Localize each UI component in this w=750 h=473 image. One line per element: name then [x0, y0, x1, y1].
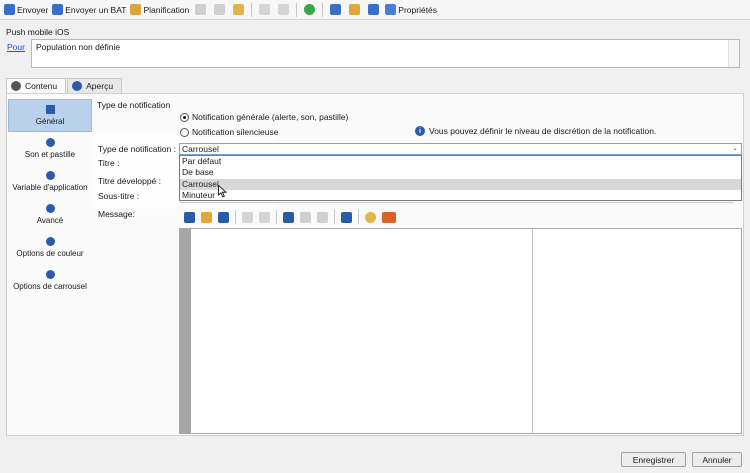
toolbar-separator: [322, 2, 324, 17]
nav-item-color-options[interactable]: Options de couleur: [8, 231, 92, 264]
toolbar-separator: [334, 210, 335, 224]
toolbar-separator: [276, 210, 277, 224]
toolbar-separator: [358, 210, 359, 224]
refresh-icon[interactable]: [304, 4, 316, 15]
tab-preview[interactable]: Aperçu: [67, 78, 123, 93]
option-carousel[interactable]: Carrousel: [180, 178, 741, 190]
cancel-button[interactable]: Annuler: [692, 452, 742, 467]
envelope-icon: [4, 4, 15, 15]
package-icon[interactable]: [349, 4, 361, 15]
chevron-down-icon: ⌄: [732, 145, 738, 152]
side-nav: Général Son et pastille Variable d'appli…: [8, 99, 92, 297]
undo-icon[interactable]: [242, 211, 253, 223]
tab-content[interactable]: Contenu: [6, 78, 67, 93]
send-proof-button[interactable]: Envoyer un BAT: [50, 1, 128, 19]
save-icon[interactable]: [218, 211, 229, 223]
cut-icon[interactable]: [214, 4, 226, 15]
type-label: Type de notification :: [98, 144, 176, 154]
section-title: Push mobile iOS: [6, 27, 70, 37]
option-timer[interactable]: Minuteur: [180, 190, 741, 201]
option-basic[interactable]: De base: [180, 167, 741, 178]
calendar-icon: [130, 4, 142, 15]
option-default[interactable]: Par défaut: [180, 156, 741, 167]
nav-item-advanced[interactable]: Avancé: [8, 198, 92, 231]
envelope-check-icon: [52, 4, 64, 15]
redo-icon[interactable]: [259, 211, 270, 223]
editor-gutter: [180, 229, 191, 433]
main-toolbar: Envoyer Envoyer un BAT Planification Pro…: [0, 0, 750, 20]
editor-toolbar: [181, 210, 399, 224]
notif-type-heading: Type de notification: [97, 100, 171, 110]
emoji-icon[interactable]: [365, 211, 376, 223]
radio-dot: [180, 127, 189, 137]
expanded-title-label: Titre développé :: [98, 176, 161, 186]
population-field[interactable]: Population non définie: [31, 39, 740, 68]
nav-item-carousel-options[interactable]: Options de carrousel: [8, 264, 92, 297]
radio-general-notification[interactable]: Notification générale (alerte, son, past…: [180, 112, 348, 122]
properties-button[interactable]: Propriétés: [383, 1, 439, 19]
toolbar-separator: [296, 2, 298, 17]
select-value: Carrousel: [182, 144, 219, 154]
gears-icon: [45, 270, 55, 279]
copy-icon[interactable]: [195, 4, 207, 15]
cut-icon[interactable]: [300, 211, 311, 223]
insert-field-icon[interactable]: [184, 211, 195, 223]
subtitle-label: Sous-titre :: [98, 191, 140, 201]
population-text: Population non définie: [36, 42, 121, 52]
info-icon: i: [415, 126, 425, 136]
gears-icon: [45, 204, 55, 213]
search-link-icon[interactable]: [368, 4, 380, 15]
radio-silent-notification[interactable]: Notification silencieuse: [180, 127, 278, 137]
population-scrollbar[interactable]: [728, 40, 739, 67]
toolbar-separator: [235, 210, 236, 224]
nav-item-app-variable[interactable]: Variable d'application: [8, 165, 92, 198]
send-button[interactable]: Envoyer: [2, 1, 50, 19]
radio-dot-selected: [180, 112, 189, 122]
redo-icon[interactable]: [278, 4, 290, 15]
notification-type-select[interactable]: Carrousel ⌄: [179, 143, 742, 155]
eye-icon: [72, 81, 83, 91]
paste-icon[interactable]: [233, 4, 245, 15]
schedule-button[interactable]: Planification: [128, 1, 191, 19]
nav-item-general[interactable]: Général: [8, 99, 92, 132]
link-icon[interactable]: [330, 4, 342, 15]
save-button[interactable]: Enregistrer: [621, 452, 686, 467]
properties-icon: [385, 4, 397, 15]
mouse-cursor-icon: [218, 185, 227, 198]
apple-icon: [11, 81, 21, 91]
notification-type-dropdown: Par défaut De base Carrousel Minuteur: [179, 155, 742, 201]
info-message: i Vous pouvez définir le niveau de discr…: [415, 126, 656, 136]
copy-icon[interactable]: [283, 211, 294, 223]
folder-icon[interactable]: [201, 211, 212, 223]
editor-splitter[interactable]: [532, 229, 533, 433]
undo-icon[interactable]: [259, 4, 271, 15]
tab-bar: Contenu Aperçu: [6, 78, 123, 93]
gears-icon: [45, 171, 55, 180]
clipboard-icon: [45, 105, 55, 114]
paste-icon[interactable]: [317, 211, 328, 223]
message-editor[interactable]: [179, 228, 742, 434]
gears-icon: [45, 237, 55, 246]
title-label: Titre :: [98, 158, 120, 168]
binoculars-icon[interactable]: [341, 211, 352, 223]
to-link[interactable]: Pour: [7, 42, 25, 52]
nav-item-sound-badge[interactable]: Son et pastille: [8, 132, 92, 165]
toolbar-separator: [251, 2, 253, 17]
message-label: Message:: [98, 209, 135, 219]
gears-icon: [45, 138, 55, 147]
format-menu-icon[interactable]: [382, 211, 396, 223]
